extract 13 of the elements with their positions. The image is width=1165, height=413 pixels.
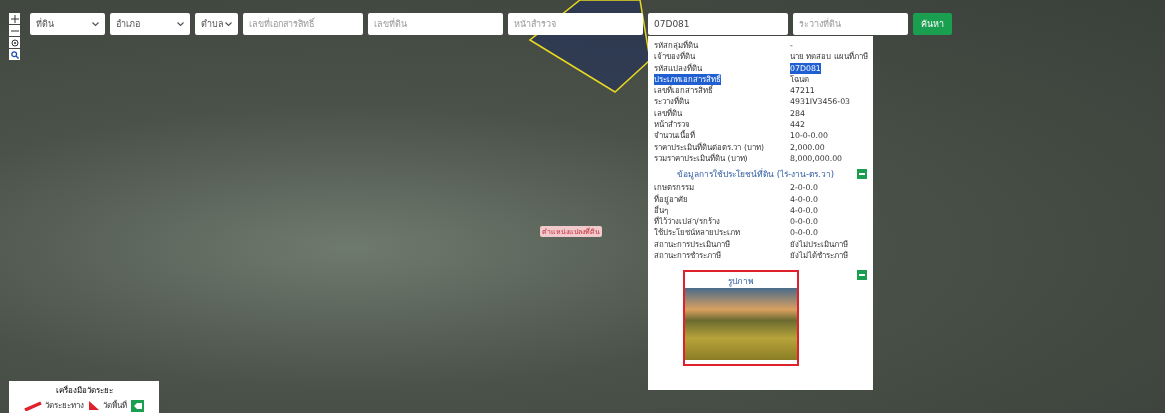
dropdown-select[interactable]: ตำบล: [195, 13, 238, 35]
search-field[interactable]: ระวางที่ดิน: [793, 13, 908, 35]
section-title: รูปภาพ: [728, 275, 754, 289]
search-field[interactable]: หน้าสำรวจ: [508, 13, 643, 35]
measure-tool[interactable]: วัดระยะทาง: [24, 399, 84, 412]
dropdown-select[interactable]: ที่ดิน: [30, 13, 105, 35]
search-field[interactable]: เลขที่เอกสารสิทธิ์: [243, 13, 363, 35]
search-field[interactable]: 07D081: [648, 13, 788, 35]
dropdown-select[interactable]: อำเภอ: [110, 13, 190, 35]
section-title: ข้อมูลการใช้ประโยชน์ที่ดิน (ไร่-งาน-ตร.วา): [676, 167, 835, 182]
search-field[interactable]: เลขที่ดิน: [368, 13, 503, 35]
panel-title: เครื่องมือวัดระยะ: [55, 384, 113, 397]
measure-tool[interactable]: วัดพื้นที่: [88, 399, 127, 412]
